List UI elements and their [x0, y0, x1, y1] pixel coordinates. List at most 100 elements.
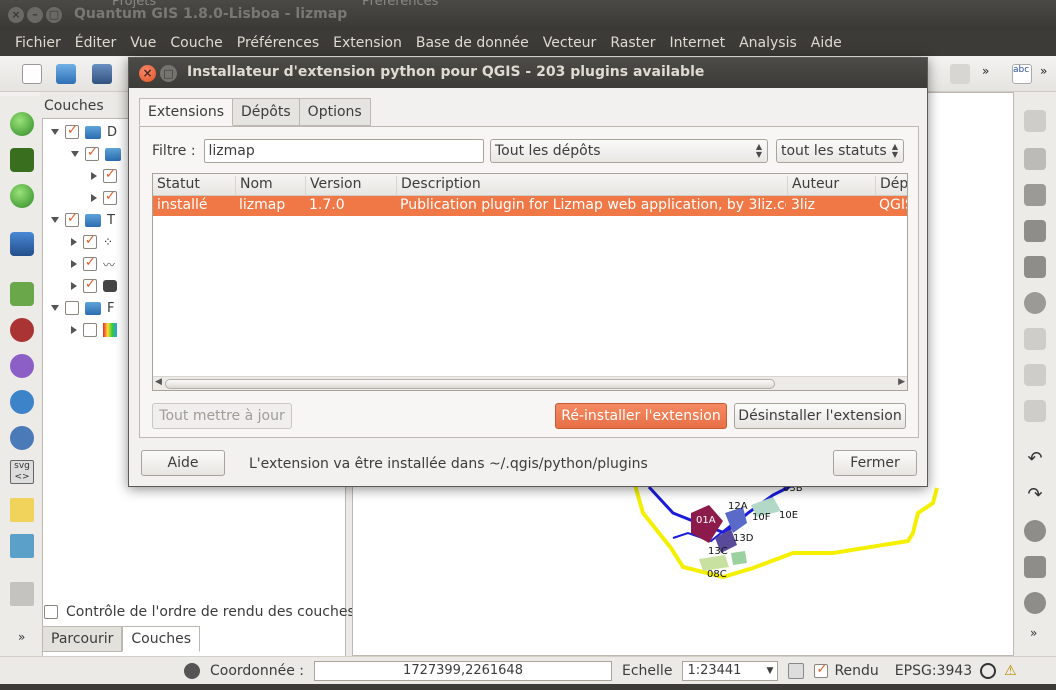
paste-features-icon[interactable] — [1024, 400, 1046, 422]
layer-checkbox[interactable] — [103, 189, 117, 205]
tab-options[interactable]: Options — [298, 98, 371, 126]
layer-checkbox[interactable] — [65, 123, 79, 139]
layer-group-row[interactable]: F — [51, 299, 114, 317]
toolbar-overflow-icon[interactable]: » — [982, 64, 992, 84]
filter-input[interactable]: lizmap — [203, 139, 484, 163]
menu-editer[interactable]: Éditer — [68, 35, 123, 51]
save-edits-icon[interactable] — [1024, 148, 1046, 170]
add-feature-icon[interactable] — [1024, 184, 1046, 206]
coordinate-field[interactable]: 1727399,2261648 — [314, 660, 613, 681]
tab-extensions[interactable]: Extensions — [139, 98, 234, 126]
layer-checkbox[interactable] — [83, 277, 97, 293]
plugins-table[interactable]: Statut Nom Version Description Auteur Dé… — [152, 173, 908, 391]
layer-row[interactable] — [91, 167, 117, 185]
save-project-icon[interactable] — [92, 64, 112, 84]
reinstall-plugin-button[interactable]: Ré-installer l'extension — [555, 403, 727, 429]
copy-features-icon[interactable] — [1024, 364, 1046, 386]
open-project-icon[interactable] — [56, 64, 76, 84]
tab-couches[interactable]: Couches — [122, 626, 201, 652]
menu-vue[interactable]: Vue — [123, 35, 163, 51]
layer-checkbox[interactable] — [65, 211, 79, 227]
node-tool-icon[interactable] — [1024, 256, 1046, 278]
remove-layer-icon[interactable] — [10, 390, 34, 414]
layer-group-row[interactable]: D — [51, 123, 117, 141]
expand-arrow-icon[interactable] — [91, 172, 97, 180]
add-ring-icon[interactable] — [1024, 520, 1046, 542]
layer-group-row[interactable] — [71, 145, 121, 163]
add-wms-layer-icon[interactable] — [10, 282, 34, 306]
add-wfs-layer-icon[interactable] — [10, 318, 34, 342]
expand-arrow-icon[interactable] — [71, 151, 79, 157]
delete-ring-icon[interactable] — [1024, 592, 1046, 614]
coordinate-toggle-icon[interactable] — [184, 662, 200, 679]
cut-features-icon[interactable] — [1024, 328, 1046, 350]
expand-arrow-icon[interactable] — [51, 129, 59, 135]
close-icon[interactable]: × — [139, 65, 156, 82]
add-delimited-text-icon[interactable] — [10, 498, 34, 522]
epsg-label[interactable]: EPSG:3943 — [895, 663, 972, 679]
redo-icon[interactable]: ↷ — [1024, 484, 1046, 506]
add-wcs-layer-icon[interactable] — [10, 426, 34, 450]
expand-arrow-icon[interactable] — [71, 260, 77, 268]
toolbar-overflow-icon[interactable]: » — [18, 630, 26, 654]
help-button[interactable]: Aide — [141, 450, 225, 476]
maximize-icon[interactable]: □ — [160, 65, 177, 82]
scroll-right-icon[interactable]: ▶ — [898, 377, 905, 387]
update-all-button[interactable]: Tout mettre à jour — [152, 403, 292, 429]
layer-checkbox[interactable] — [85, 145, 99, 161]
column-header[interactable]: Dép — [875, 176, 907, 196]
identify-icon[interactable] — [950, 64, 970, 84]
menu-vecteur[interactable]: Vecteur — [536, 35, 604, 51]
scale-combo[interactable]: 1:23441 ▼ — [682, 660, 779, 681]
column-header[interactable]: Nom — [235, 176, 273, 196]
undo-icon[interactable]: ↶ — [1024, 448, 1046, 470]
toolbar-overflow-icon[interactable]: » — [1040, 64, 1050, 84]
render-order-checkbox[interactable] — [44, 605, 58, 619]
stop-render-icon[interactable] — [788, 662, 805, 679]
add-vector-layer-icon[interactable] — [10, 112, 34, 136]
table-row[interactable]: installé lizmap 1.7.0 Publication plugin… — [153, 196, 907, 216]
menu-aide[interactable]: Aide — [804, 35, 849, 51]
edit-pencil-icon[interactable] — [1024, 110, 1046, 132]
horizontal-scrollbar[interactable]: ◀ ▶ — [153, 376, 907, 390]
move-feature-icon[interactable] — [1024, 220, 1046, 242]
menu-analysis[interactable]: Analysis — [732, 35, 804, 51]
menu-couche[interactable]: Couche — [163, 35, 229, 51]
maximize-icon[interactable]: □ — [46, 7, 62, 23]
expand-arrow-icon[interactable] — [71, 238, 77, 246]
svg-export-icon[interactable]: svg <> — [10, 460, 34, 484]
column-header[interactable]: Auteur — [787, 176, 839, 196]
menu-base-de-donnee[interactable]: Base de donnée — [409, 35, 536, 51]
layer-row[interactable]: 〰 — [71, 255, 115, 273]
column-header[interactable]: Statut — [153, 176, 200, 196]
add-raster-layer-icon[interactable] — [10, 148, 34, 172]
expand-arrow-icon[interactable] — [71, 326, 77, 334]
add-spatialite-layer-icon[interactable] — [10, 232, 34, 256]
crs-globe-icon[interactable] — [980, 662, 997, 679]
menu-extension[interactable]: Extension — [326, 35, 409, 51]
column-header[interactable]: Version — [305, 176, 361, 196]
menu-raster[interactable]: Raster — [603, 35, 662, 51]
menu-fichier[interactable]: Fichier — [8, 35, 68, 51]
expand-arrow-icon[interactable] — [71, 282, 77, 290]
menu-internet[interactable]: Internet — [662, 35, 732, 51]
layer-group-row[interactable]: T — [51, 211, 115, 229]
minimize-icon[interactable]: – — [27, 7, 43, 23]
add-part-icon[interactable] — [1024, 556, 1046, 578]
close-dialog-button[interactable]: Fermer — [833, 450, 917, 476]
new-project-icon[interactable] — [22, 64, 42, 84]
scroll-left-icon[interactable]: ◀ — [155, 377, 162, 387]
uninstall-plugin-button[interactable]: Désinstaller l'extension — [734, 403, 906, 429]
scrollbar-thumb[interactable] — [165, 379, 775, 389]
toolbar-overflow-icon[interactable]: » — [1030, 626, 1040, 648]
layer-row[interactable]: ⁘ — [71, 233, 113, 251]
tab-depots[interactable]: Dépôts — [232, 98, 300, 126]
menu-preferences[interactable]: Préférences — [230, 35, 326, 51]
expand-arrow-icon[interactable] — [51, 217, 59, 223]
layer-checkbox[interactable] — [83, 255, 97, 271]
add-postgis-layer-icon[interactable] — [10, 184, 34, 208]
tab-parcourir[interactable]: Parcourir — [42, 626, 123, 652]
layer-row[interactable] — [91, 189, 117, 207]
close-icon[interactable]: × — [8, 7, 24, 23]
delete-selected-icon[interactable] — [1024, 292, 1046, 314]
